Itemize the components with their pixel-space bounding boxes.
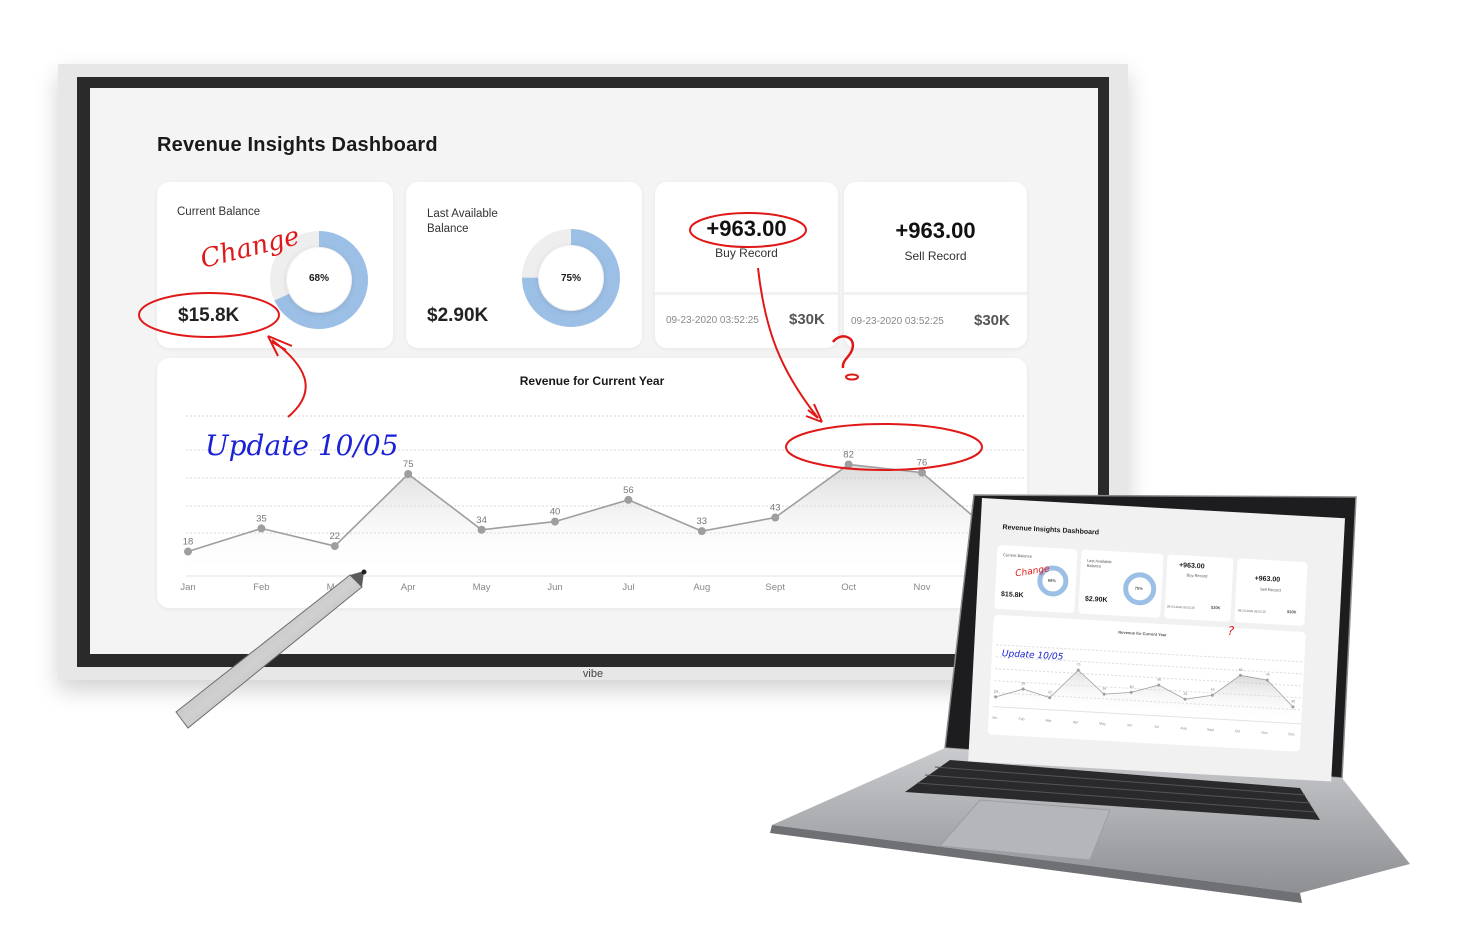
laptop — [770, 494, 1410, 903]
chart-data-label: 34 — [1102, 687, 1106, 691]
chart-x-tick-label: Jun — [1127, 723, 1133, 727]
laptop-screen: Revenue Insights Dashboard Current Balan… — [968, 498, 1345, 782]
chart-data-label: 18 — [994, 689, 998, 693]
laptop-annotation-question: ? — [1227, 623, 1235, 639]
laptop-current-balance-pct: 68% — [1047, 577, 1057, 584]
laptop-buy-card[interactable]: +963.00 Buy Record 09-23-2020 03:52:25 $… — [1164, 554, 1234, 622]
laptop-chart-card: Revenue for Current Year 18 Jan 35 Feb 22 Mar… — [987, 614, 1306, 752]
laptop-buy-label: Buy Record — [1186, 572, 1208, 579]
laptop-last-balance-label-2: Balance — [1086, 562, 1102, 569]
laptop-sell-card[interactable]: +963.00 Sell Record 09-23-2020 03:52:25 … — [1234, 558, 1308, 627]
chart-data-label: 76 — [1266, 673, 1270, 677]
chart-x-tick-label: Jan — [992, 716, 998, 720]
chart-x-tick-label: Sept — [1207, 728, 1214, 732]
chart-x-tick-label: Feb — [1018, 717, 1024, 721]
chart-x-tick-label: Mar — [1045, 719, 1052, 723]
chart-data-label: 40 — [1129, 685, 1133, 689]
laptop-dashboard-title: Revenue Insights Dashboard — [1002, 524, 1100, 537]
laptop-current-balance-value: $15.8K — [1000, 591, 1024, 600]
laptop-buy-timestamp: 09-23-2020 03:52:25 — [1166, 604, 1195, 610]
laptop-sell-value: +963.00 — [1254, 575, 1281, 584]
chart-data-label: 33 — [1183, 692, 1187, 696]
chart-data-label: 82 — [1239, 668, 1243, 672]
laptop-buy-amount: $30K — [1210, 604, 1221, 611]
laptop-sell-label: Sell Record — [1259, 586, 1281, 593]
laptop-revenue-chart: 18 Jan 35 Feb 22 Mar 75 Apr 34 May 40 Jun 56 Jul 33 Aug… — [992, 644, 1305, 736]
chart-x-tick-label: May — [1099, 722, 1106, 726]
chart-x-tick-label: Aug — [1180, 726, 1186, 730]
laptop-last-balance-pct: 75% — [1134, 585, 1143, 591]
chart-data-label: 43 — [1211, 688, 1215, 692]
chart-x-tick-label: Oct — [1235, 729, 1241, 733]
chart-x-tick-label: Apr — [1073, 720, 1079, 724]
laptop-current-balance-card[interactable]: Current Balance $15.8K 68% — [994, 544, 1078, 614]
chart-x-tick-label: Jul — [1154, 725, 1159, 729]
laptop-buy-value: +963.00 — [1178, 562, 1205, 571]
chart-x-tick-label: Dec — [1288, 732, 1295, 736]
chart-data-label: 56 — [1157, 677, 1161, 681]
chart-x-tick-label: Nov — [1261, 731, 1268, 735]
chart-data-label: 75 — [1076, 663, 1080, 667]
chart-data-label: 30 — [1291, 699, 1295, 703]
chart-data-label: 22 — [1048, 690, 1052, 694]
laptop-sell-timestamp: 09-23-2020 03:52:25 — [1237, 608, 1266, 614]
laptop-last-balance-card[interactable]: Last Available Balance $2.90K 75% — [1078, 549, 1164, 618]
laptop-current-balance-label: Current Balance — [1002, 552, 1033, 559]
laptop-sell-amount: $30K — [1286, 609, 1297, 615]
laptop-last-balance-value: $2.90K — [1084, 595, 1108, 605]
chart-data-label: 35 — [1021, 681, 1025, 685]
